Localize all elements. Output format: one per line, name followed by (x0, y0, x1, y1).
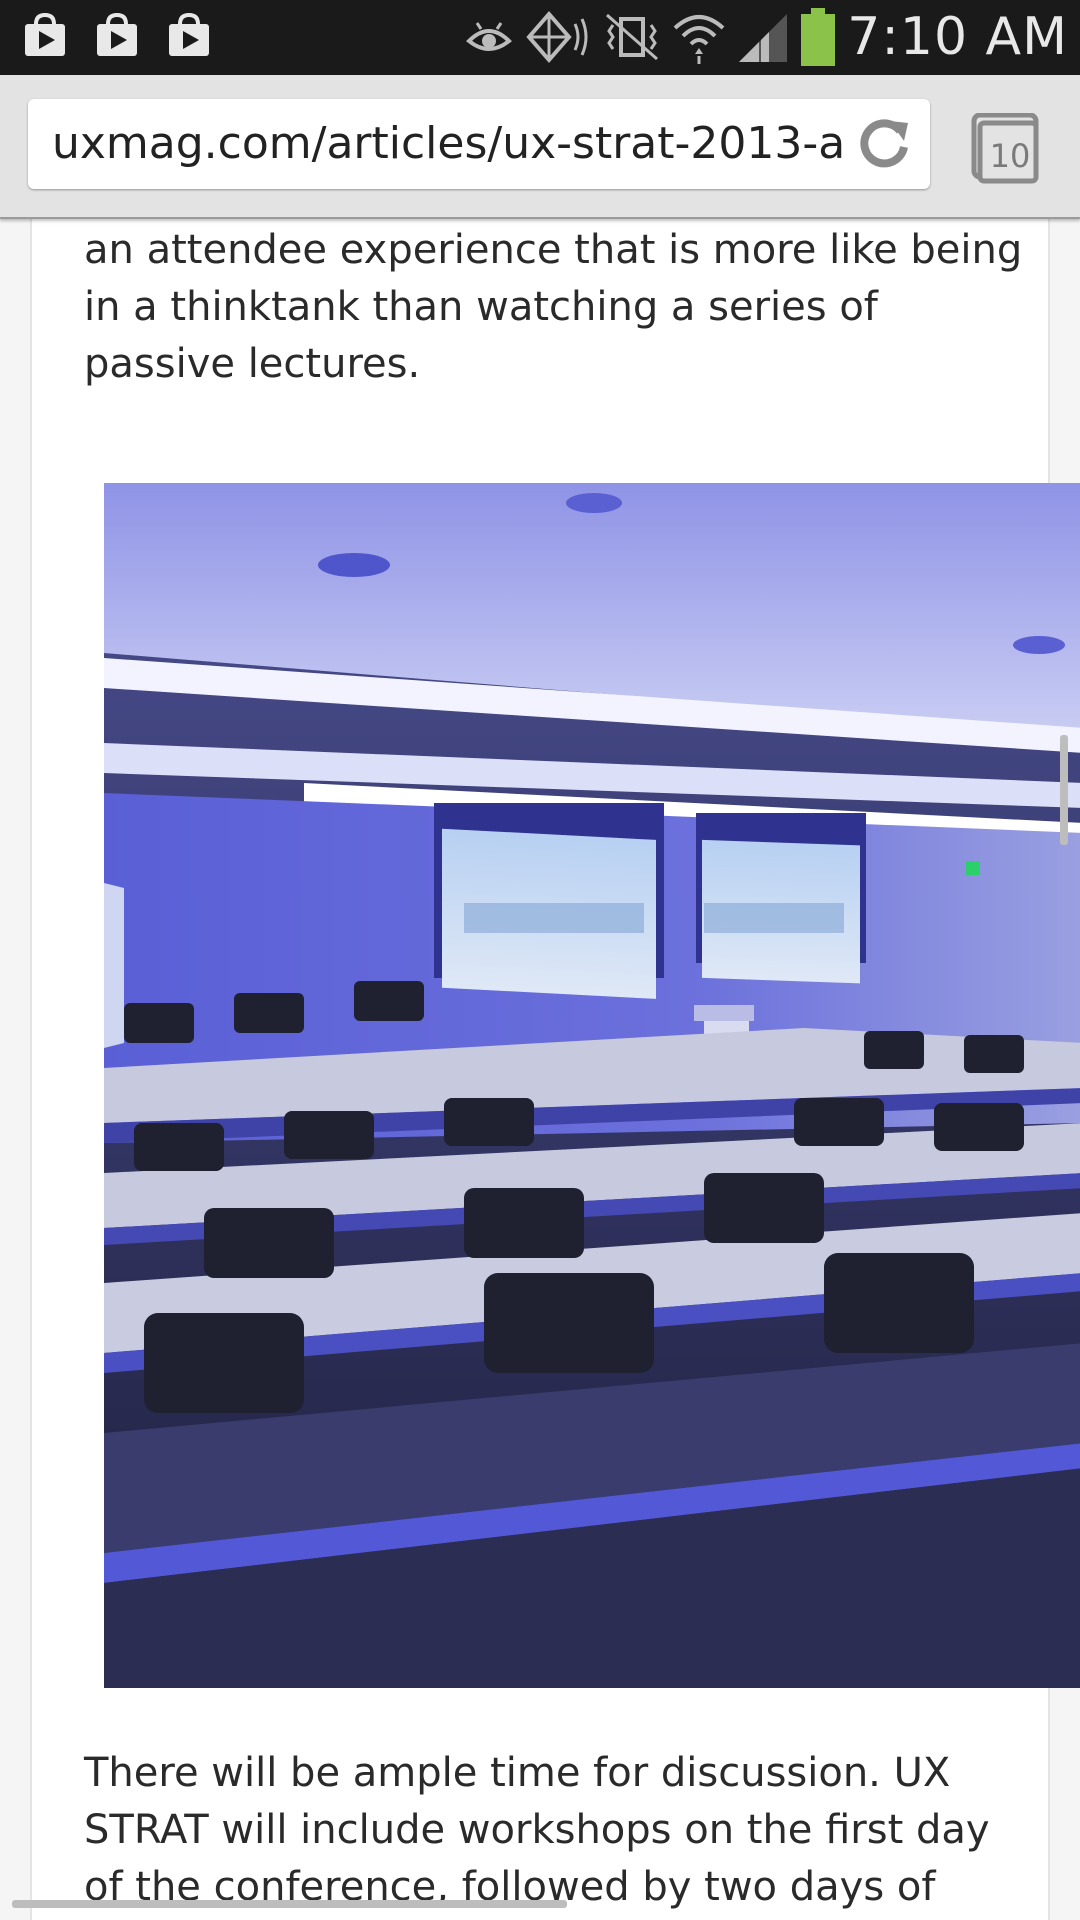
play-store-bag-icon (25, 12, 65, 56)
system-icons: 7:10 AM (465, 6, 1068, 68)
article-page: single-track plenary sessions. This will… (30, 170, 1080, 1920)
horizontal-scrollbar[interactable] (12, 1900, 567, 1908)
signal-icon (739, 14, 788, 62)
eye-icon (466, 22, 513, 51)
vertical-scrollbar[interactable] (1060, 735, 1068, 845)
reload-icon[interactable] (856, 117, 912, 173)
url-text[interactable]: uxmag.com/articles/ux-strat-2013-a-c (52, 117, 842, 171)
tab-count: 10 (990, 137, 1031, 175)
url-field[interactable]: uxmag.com/articles/ux-strat-2013-a-c (28, 99, 930, 189)
status-time: 7:10 AM (847, 7, 1068, 67)
browser-toolbar: uxmag.com/articles/ux-strat-2013-a-c 10 (0, 75, 1080, 219)
lecture-hall-photo (104, 483, 1080, 1688)
tabs-button[interactable]: 10 (970, 113, 1042, 185)
play-store-bag-icon (169, 12, 209, 56)
article-paragraph: There will be ample time for discussion.… (84, 1750, 990, 1910)
notification-icons (22, 12, 212, 58)
status-bar: 7:10 AM (0, 0, 1080, 75)
battery-icon (801, 8, 836, 66)
wifi-icon (673, 15, 725, 64)
play-store-bag-icon (97, 12, 137, 56)
nfc-icon (526, 10, 588, 64)
vibrate-icon (606, 13, 659, 61)
